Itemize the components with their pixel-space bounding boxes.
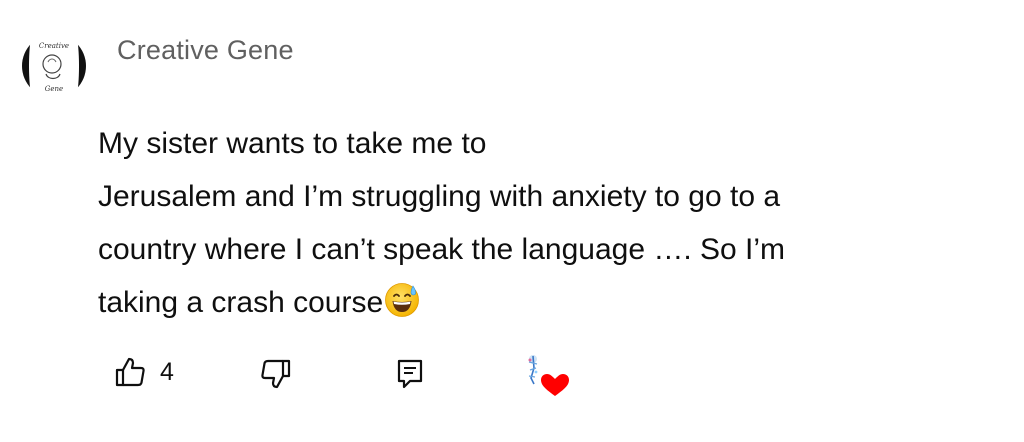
comment-actions: 4	[0, 350, 1024, 410]
thumbs-down-icon	[261, 359, 291, 389]
like-count: 4	[160, 357, 174, 386]
comment-line-text: taking a crash course	[98, 286, 384, 319]
comment-card: Creative Gene Creative Gene My sister wa…	[0, 0, 1024, 442]
comment-line: country where I can’t speak the language…	[98, 233, 786, 266]
author-name[interactable]: Creative Gene	[117, 35, 294, 66]
svg-text:Creative: Creative	[39, 42, 69, 50]
creator-heart-icon	[528, 355, 569, 396]
comment-text: My sister wants to take me to Jerusalem …	[98, 117, 998, 329]
comment-reply-icon	[397, 359, 423, 389]
like-button[interactable]: 4	[112, 354, 174, 390]
creator-heart-badge	[517, 350, 573, 406]
svg-text:Gene: Gene	[45, 85, 63, 93]
avatar-logo-icon: Creative Gene	[22, 34, 86, 98]
comment-line: Jerusalem and I’m struggling with anxiet…	[98, 180, 781, 213]
grinning-face-with-sweat-icon	[385, 283, 420, 317]
thumbs-up-icon	[115, 357, 145, 387]
author-avatar[interactable]: Creative Gene	[22, 34, 86, 98]
reply-button[interactable]	[392, 356, 428, 392]
dislike-button[interactable]	[258, 356, 294, 392]
comment-line-last: taking a crash course	[98, 276, 998, 329]
comment-line: My sister wants to take me to	[98, 127, 487, 160]
